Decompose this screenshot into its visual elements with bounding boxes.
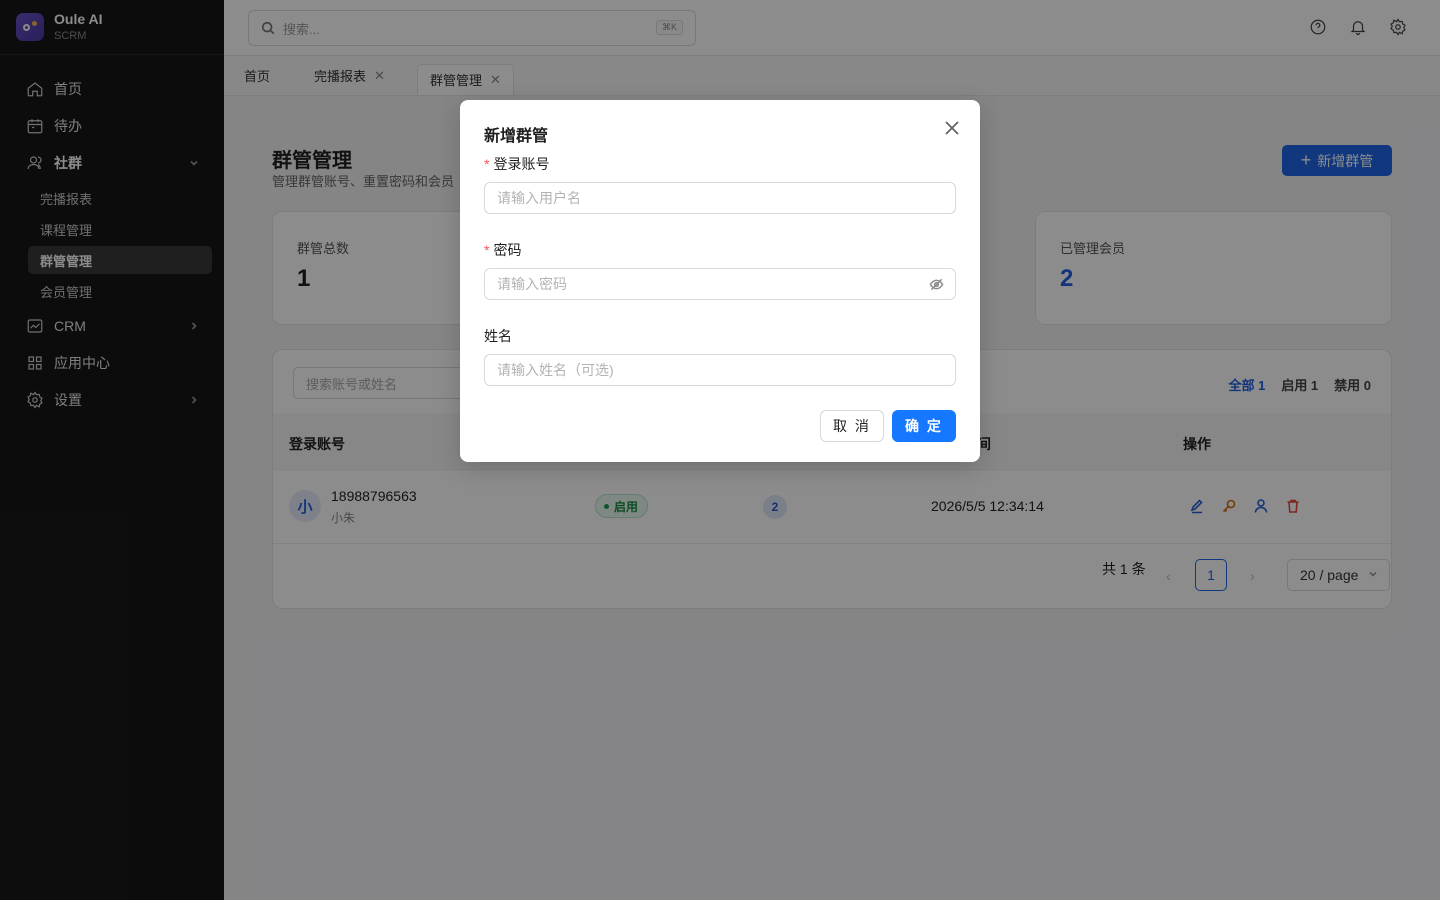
field-label-name: 姓名 (484, 326, 512, 346)
required-mark: * (484, 242, 490, 258)
required-mark: * (484, 156, 490, 172)
input-placeholder: 请输入姓名（可选) (497, 362, 614, 378)
input-placeholder: 请输入用户名 (497, 190, 581, 206)
password-input[interactable]: 请输入密码 (484, 268, 956, 300)
username-input[interactable]: 请输入用户名 (484, 182, 956, 214)
modal-title: 新增群管 (484, 128, 549, 145)
eye-off-icon[interactable] (929, 277, 944, 292)
name-input[interactable]: 请输入姓名（可选) (484, 354, 956, 386)
confirm-button[interactable]: 确 定 (892, 410, 956, 442)
field-label-text: 姓名 (484, 328, 512, 344)
cancel-button[interactable]: 取 消 (820, 410, 884, 442)
add-group-admin-modal: 新增群管 * 登录账号 请输入用户名 * 密码 请输入密码 姓名 请输入姓名（可选)… (460, 100, 980, 462)
field-label-text: 密码 (493, 242, 522, 258)
field-label-account: * 登录账号 (484, 154, 549, 174)
field-label-text: 登录账号 (493, 156, 550, 172)
close-icon[interactable] (942, 118, 962, 138)
field-label-password: * 密码 (484, 240, 521, 260)
input-placeholder: 请输入密码 (497, 276, 567, 292)
